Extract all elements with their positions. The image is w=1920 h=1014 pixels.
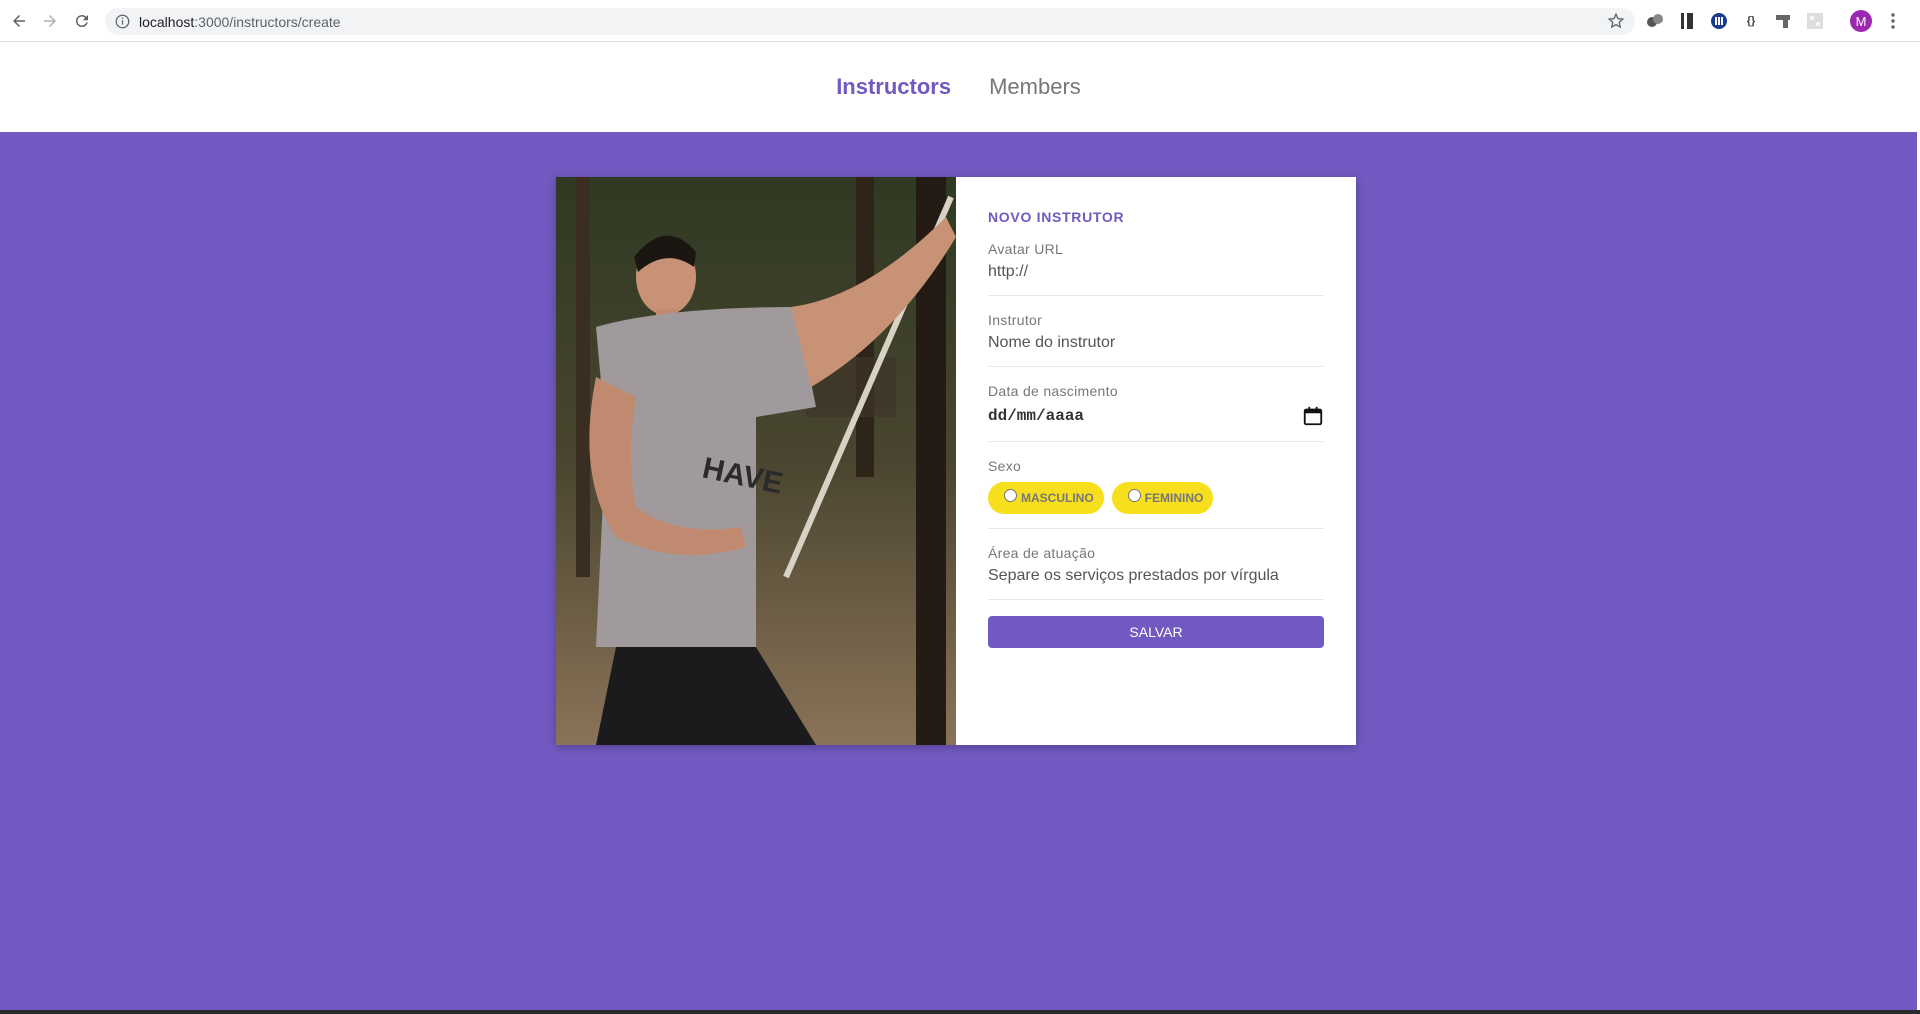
extensions-area: {​} bbox=[1645, 10, 1825, 32]
radio-male[interactable] bbox=[1004, 489, 1017, 502]
services-field: Área de atuação bbox=[988, 545, 1324, 600]
url-text: localhost:3000/instructors/create bbox=[139, 14, 341, 30]
back-icon[interactable] bbox=[8, 10, 30, 32]
instructor-name-input[interactable] bbox=[988, 334, 1324, 352]
services-label: Área de atuação bbox=[988, 545, 1096, 561]
save-button[interactable]: SALVAR bbox=[988, 616, 1324, 648]
browser-toolbar: localhost:3000/instructors/create {​} M bbox=[0, 0, 1920, 42]
services-input[interactable] bbox=[988, 567, 1324, 585]
extension-circles-icon[interactable] bbox=[1645, 11, 1665, 31]
extension-tool-icon[interactable] bbox=[1773, 11, 1793, 31]
gender-option-female-label: FEMININO bbox=[1144, 491, 1204, 505]
new-instructor-form: NOVO INSTRUTOR Avatar URL Instrutor Data… bbox=[956, 177, 1356, 745]
bookmark-star-icon[interactable] bbox=[1607, 12, 1625, 30]
gender-options: MASCULINO FEMININO bbox=[988, 482, 1324, 514]
forward-icon[interactable] bbox=[39, 10, 61, 32]
gender-field: Sexo MASCULINO FEMININO bbox=[988, 458, 1324, 529]
birth-date-field: Data de nascimento dd/mm/aaaa bbox=[988, 383, 1324, 442]
extension-blue-icon[interactable] bbox=[1709, 11, 1729, 31]
taskbar-strip bbox=[0, 1010, 1920, 1014]
instructor-name-field: Instrutor bbox=[988, 312, 1324, 367]
radio-female[interactable] bbox=[1127, 489, 1141, 502]
gender-option-female[interactable]: FEMININO bbox=[1111, 482, 1214, 514]
instructor-photo: HAVE bbox=[556, 177, 956, 745]
birth-date-label: Data de nascimento bbox=[988, 383, 1118, 399]
instructor-name-label: Instrutor bbox=[988, 312, 1043, 328]
birth-date-input[interactable]: dd/mm/aaaa bbox=[988, 405, 1324, 427]
address-bar[interactable]: localhost:3000/instructors/create bbox=[105, 8, 1635, 35]
gender-option-male[interactable]: MASCULINO bbox=[988, 482, 1104, 514]
gender-label: Sexo bbox=[988, 458, 1022, 474]
profile-avatar[interactable]: M bbox=[1850, 10, 1872, 32]
nav-link-members[interactable]: Members bbox=[989, 74, 1081, 100]
app-header: Instructors Members bbox=[0, 42, 1917, 132]
browser-menu-icon[interactable] bbox=[1886, 10, 1900, 32]
url-host: localhost bbox=[139, 14, 195, 30]
calendar-icon[interactable] bbox=[1302, 405, 1324, 427]
avatar-url-field: Avatar URL bbox=[988, 241, 1324, 296]
birth-date-value: dd/mm/aaaa bbox=[988, 407, 1085, 425]
form-title: NOVO INSTRUTOR bbox=[988, 209, 1125, 225]
avatar-url-input[interactable] bbox=[988, 263, 1324, 281]
url-path: :3000/instructors/create bbox=[194, 14, 341, 30]
extension-json-icon[interactable]: {​} bbox=[1741, 11, 1761, 31]
extension-grid-icon[interactable] bbox=[1805, 11, 1825, 31]
nav-link-instructors[interactable]: Instructors bbox=[836, 74, 951, 100]
extension-bookmark-icon[interactable] bbox=[1677, 11, 1697, 31]
info-icon[interactable] bbox=[115, 14, 130, 29]
reload-icon[interactable] bbox=[71, 10, 93, 32]
gender-option-male-label: MASCULINO bbox=[1021, 491, 1094, 505]
instructor-photo-image: HAVE bbox=[556, 177, 956, 745]
instructor-card: HAVE NOVO INSTRUTOR Avatar URL Instrutor… bbox=[556, 177, 1356, 745]
avatar-url-label: Avatar URL bbox=[988, 241, 1064, 257]
